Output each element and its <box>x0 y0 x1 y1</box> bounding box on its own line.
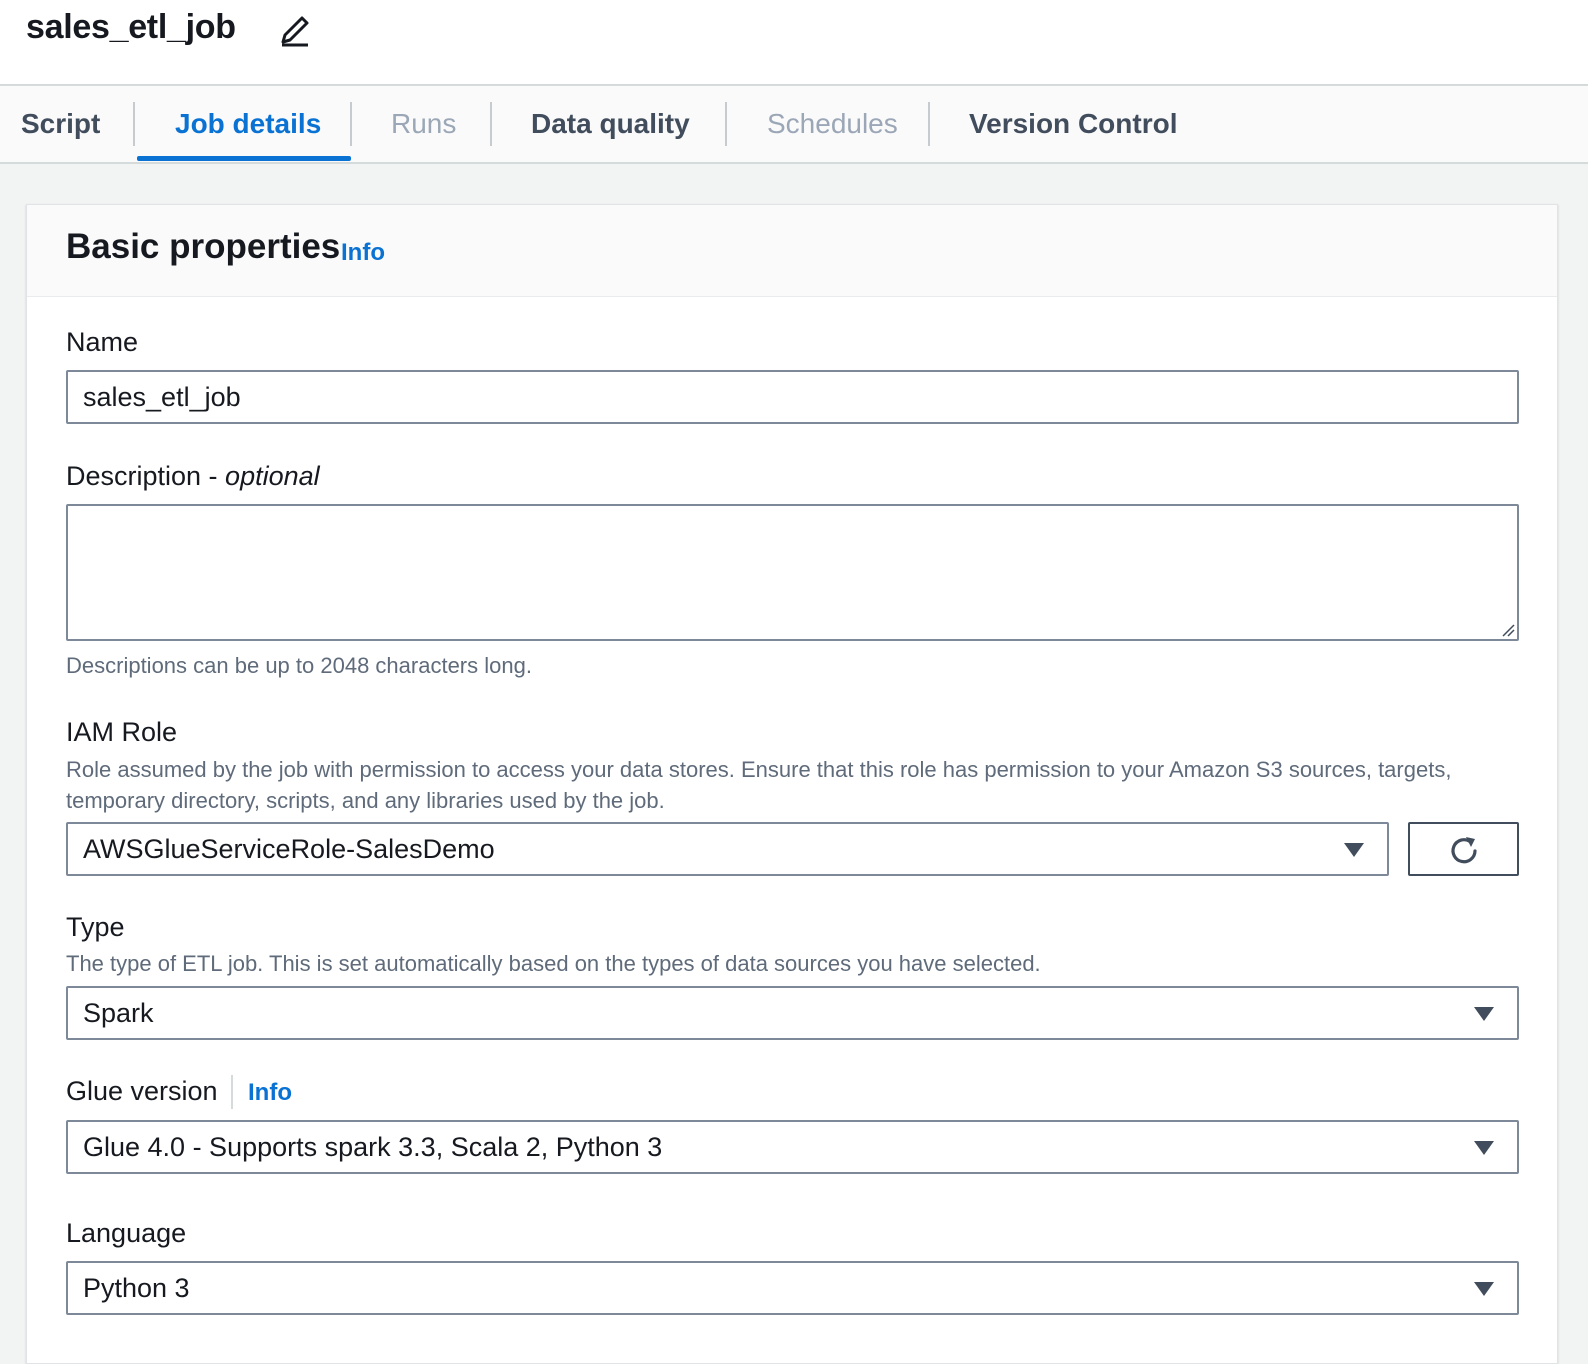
language-value: Python 3 <box>83 1273 190 1303</box>
tab-separator <box>133 102 135 146</box>
glue-version-select[interactable]: Glue 4.0 - Supports spark 3.3, Scala 2, … <box>66 1120 1519 1174</box>
tab-version-control[interactable]: Version Control <box>969 86 1177 162</box>
description-textarea[interactable] <box>66 504 1519 641</box>
name-label: Name <box>66 327 139 357</box>
panel-info-link[interactable]: Info <box>341 239 385 267</box>
panel-header: Basic properties Info <box>27 205 1557 297</box>
panel-title: Basic properties <box>66 227 341 266</box>
optional-marker: optional <box>225 461 320 491</box>
type-hint: The type of ETL job. This is set automat… <box>66 951 1041 976</box>
description-label: Description - optional <box>66 461 320 491</box>
caret-down-icon <box>1474 1007 1494 1021</box>
glue-version-value: Glue 4.0 - Supports spark 3.3, Scala 2, … <box>83 1132 663 1162</box>
glue-version-info-link[interactable]: Info <box>248 1079 292 1107</box>
iam-role-label: IAM Role <box>66 717 178 747</box>
resize-grip-icon[interactable] <box>1501 623 1515 637</box>
caret-down-icon <box>1344 843 1364 857</box>
page-header: sales_etl_job <box>0 0 1588 86</box>
glue-version-label: Glue version <box>66 1076 218 1106</box>
type-select[interactable]: Spark <box>66 986 1519 1040</box>
tab-separator <box>928 102 930 146</box>
name-input[interactable]: sales_etl_job <box>66 370 1519 424</box>
tab-separator <box>350 102 352 146</box>
tab-schedules[interactable]: Schedules <box>767 86 898 162</box>
caret-down-icon <box>1474 1282 1494 1296</box>
tab-script[interactable]: Script <box>21 86 100 162</box>
language-label: Language <box>66 1218 187 1248</box>
active-tab-indicator <box>137 156 351 161</box>
iam-role-select[interactable]: AWSGlueServiceRole-SalesDemo <box>66 822 1389 876</box>
tab-runs[interactable]: Runs <box>391 86 456 162</box>
refresh-icon <box>1451 837 1477 864</box>
iam-role-value: AWSGlueServiceRole-SalesDemo <box>83 834 495 864</box>
edit-pencil-icon[interactable] <box>278 14 312 48</box>
job-title: sales_etl_job <box>26 8 236 46</box>
type-value: Spark <box>83 998 154 1028</box>
type-label: Type <box>66 912 125 942</box>
tab-separator <box>490 102 492 146</box>
description-hint: Descriptions can be up to 2048 character… <box>66 653 532 678</box>
basic-properties-panel: Basic properties Info Name sales_etl_job… <box>26 204 1558 1364</box>
tab-data-quality[interactable]: Data quality <box>531 86 690 162</box>
refresh-roles-button[interactable] <box>1408 822 1519 876</box>
iam-role-hint: Role assumed by the job with permission … <box>66 757 1452 813</box>
language-select[interactable]: Python 3 <box>66 1261 1519 1315</box>
tab-separator <box>725 102 727 146</box>
caret-down-icon <box>1474 1141 1494 1155</box>
tab-bar: Script Job details Runs Data quality Sch… <box>0 86 1588 164</box>
tab-job-details[interactable]: Job details <box>175 86 321 162</box>
label-info-separator <box>231 1075 233 1109</box>
